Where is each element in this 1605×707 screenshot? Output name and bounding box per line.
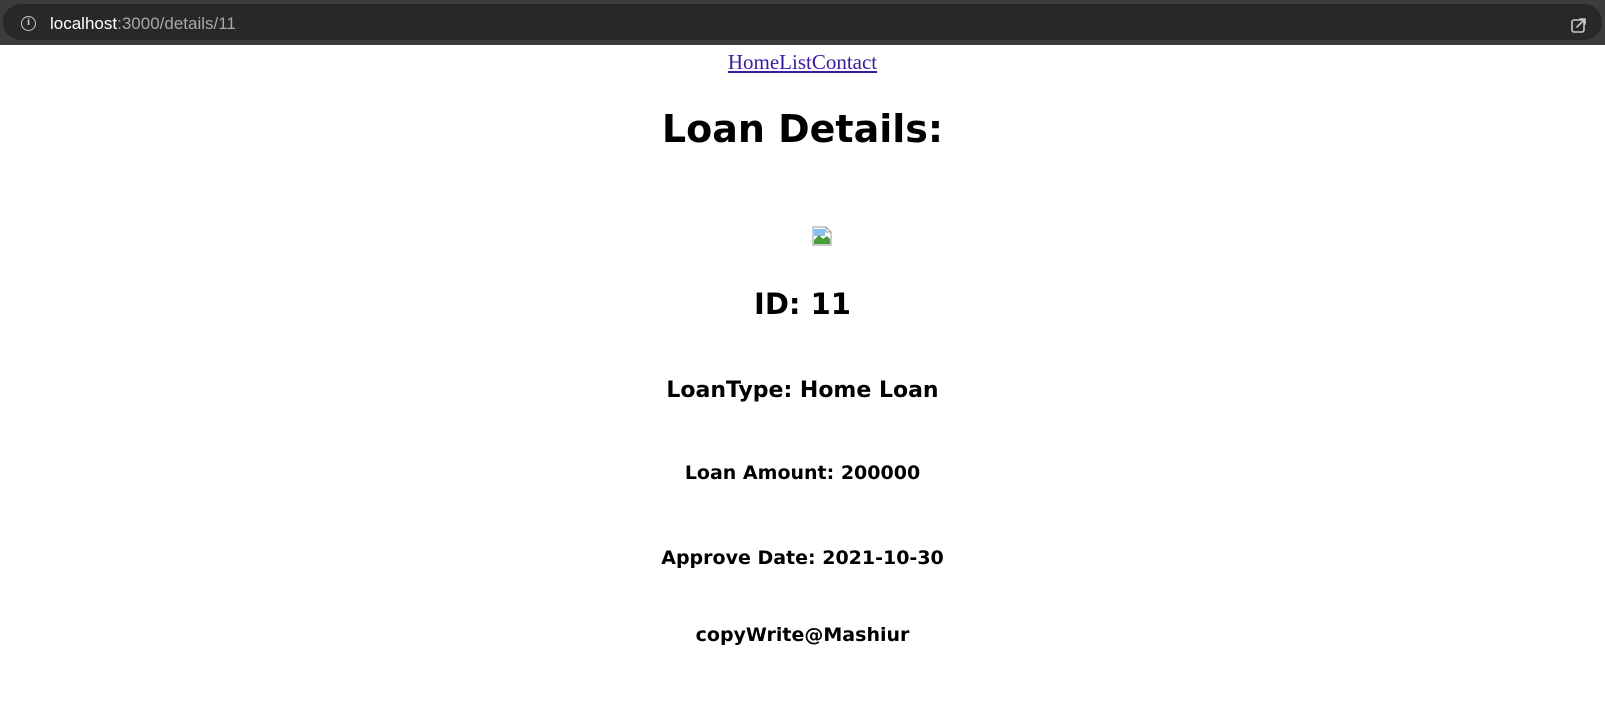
browser-toolbar: i localhost:3000/details/11 <box>0 0 1605 45</box>
page-content: HomeListContact Loan Details: ID: 11 Loa… <box>0 45 1605 707</box>
footer-copyright: copyWrite@Mashiur <box>695 624 910 646</box>
loan-type: LoanType: Home Loan <box>666 378 939 403</box>
page-title: Loan Details: <box>661 107 944 151</box>
url-path: :3000/details/11 <box>117 14 236 33</box>
top-nav: HomeListContact <box>0 48 1605 76</box>
nav-link-contact[interactable]: Contact <box>812 50 877 74</box>
info-icon[interactable]: i <box>21 16 36 31</box>
nav-link-list[interactable]: List <box>779 50 812 74</box>
loan-amount: Loan Amount: 200000 <box>684 462 921 484</box>
url-host: localhost <box>50 14 118 33</box>
address-bar[interactable]: i localhost:3000/details/11 <box>3 4 1602 40</box>
broken-image-icon <box>812 226 832 246</box>
approve-date: Approve Date: 2021-10-30 <box>661 547 944 569</box>
loan-id: ID: 11 <box>754 287 851 321</box>
nav-link-home[interactable]: Home <box>728 50 779 74</box>
url-text[interactable]: localhost:3000/details/11 <box>50 13 236 35</box>
share-icon[interactable] <box>1570 16 1588 34</box>
